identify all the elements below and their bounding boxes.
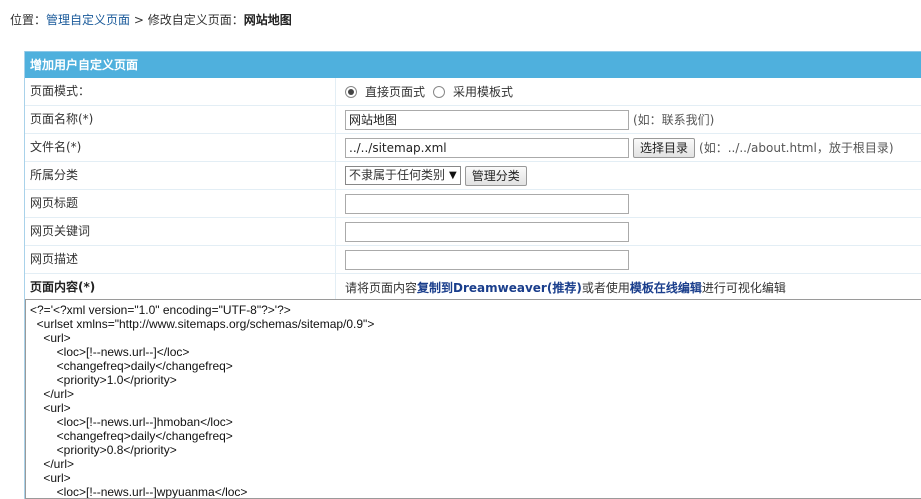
page-title-input[interactable] [345, 193, 629, 214]
filename-label: 文件名(*) [30, 134, 336, 161]
mode-radio-template-label: 采用模板式 [453, 85, 514, 99]
description-label: 网页描述 [30, 246, 336, 273]
page-content-label: 页面内容(*) [30, 274, 336, 301]
breadcrumb-current: 网站地图 [243, 13, 292, 27]
template-online-edit-link[interactable]: 模板在线编辑 [630, 279, 702, 296]
page-mode-label: 页面模式： [30, 78, 336, 105]
content-instruction-text-1: 请将页面内容 [345, 281, 418, 295]
breadcrumb-prefix: 位置： [10, 13, 47, 27]
choose-directory-button[interactable]: 选择目录 [633, 137, 696, 158]
copy-to-dreamweaver-link[interactable]: 复制到Dreamweaver(推荐) [417, 279, 582, 296]
manage-category-button[interactable]: 管理分类 [464, 165, 527, 186]
description-input[interactable] [345, 249, 629, 270]
page-name-input[interactable]: 网站地图 [345, 109, 629, 130]
mode-radio-template[interactable]: 采用模板式 [433, 83, 521, 100]
breadcrumb-middle: 修改自定义页面： [147, 13, 244, 27]
breadcrumb-link-manage-pages[interactable]: 管理自定义页面 [46, 13, 130, 27]
content-instruction-text-2: 或者使用 [581, 281, 630, 295]
category-label: 所属分类 [30, 162, 336, 189]
mode-radio-direct[interactable]: 直接页面式 [345, 83, 433, 100]
row-page-content: 页面内容(*) 请将页面内容 复制到Dreamweaver(推荐) 或者使用 模板在线… [25, 274, 921, 302]
filename-input[interactable]: ../../sitemap.xml [345, 137, 629, 158]
filename-hint: (如：../../about.html，放于根目录) [699, 141, 894, 155]
page-title-label: 网页标题 [30, 190, 336, 217]
row-description: 网页描述 [25, 246, 921, 274]
dropdown-arrow-icon: ▼ [449, 170, 457, 181]
content-instruction-text-3: 进行可视化编辑 [701, 281, 786, 295]
breadcrumb-separator: > [130, 13, 148, 27]
page-name-label: 页面名称(*) [30, 106, 336, 133]
radio-unselected-icon [433, 85, 446, 98]
panel-title: 增加用户自定义页面 [25, 51, 921, 78]
page-content-editor[interactable]: <?='<?xml version="1.0" encoding="UTF-8"… [25, 299, 921, 499]
breadcrumb: 位置：管理自定义页面 > 修改自定义页面：网站地图 [10, 12, 292, 28]
page-name-hint: (如：联系我们) [633, 113, 715, 127]
row-page-name: 页面名称(*) 网站地图 (如：联系我们) [25, 106, 921, 134]
category-select[interactable]: 不隶属于任何类别 ▼ [345, 166, 461, 185]
radio-selected-icon [345, 85, 357, 98]
row-keywords: 网页关键词 [25, 218, 921, 246]
keywords-label: 网页关键词 [30, 218, 336, 245]
category-selected-value: 不隶属于任何类别 [349, 168, 446, 182]
row-page-title: 网页标题 [25, 190, 921, 218]
mode-radio-direct-label: 直接页面式 [365, 85, 426, 99]
row-category: 所属分类 不隶属于任何类别 ▼ 管理分类 [25, 162, 921, 190]
row-filename: 文件名(*) ../../sitemap.xml 选择目录 (如：../../a… [25, 134, 921, 162]
row-page-mode: 页面模式： 直接页面式 采用模板式 [25, 78, 921, 106]
custom-page-panel: 增加用户自定义页面 页面模式： 直接页面式 采用模板式 页面名称(*) 网站地图… [24, 51, 921, 499]
keywords-input[interactable] [345, 221, 629, 242]
